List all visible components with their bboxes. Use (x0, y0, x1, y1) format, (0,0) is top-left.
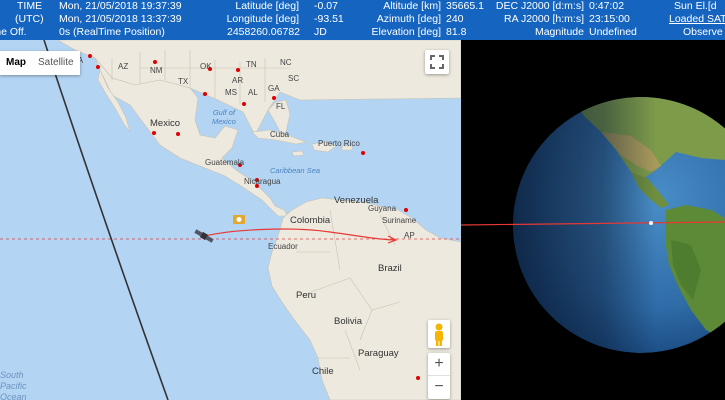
ra-label: RA J2000 [h:m:s] (504, 13, 584, 25)
dec-label: DEC J2000 [d:m:s] (495, 0, 584, 12)
earth-globe (513, 97, 725, 353)
jd-value: 2458260.06782 (227, 26, 300, 38)
label-brazil: Brazil (378, 263, 402, 274)
observer-camera-icon (233, 215, 245, 224)
label-ap: AP (404, 231, 415, 240)
longitude-label: Longitude [deg] (226, 13, 299, 25)
zoom-in-button[interactable]: + (428, 353, 450, 376)
label-suriname: Suriname (382, 216, 417, 225)
fullscreen-button[interactable] (425, 50, 449, 74)
street-view-pegman[interactable] (428, 320, 450, 348)
offset-value: 0s (RealTime Position) (59, 26, 165, 38)
label-nicaragua: Nicaragua (244, 177, 281, 186)
ra-value: 23:15:00 (589, 13, 630, 25)
label-ms: MS (225, 88, 237, 97)
label-puerto-rico: Puerto Rico (318, 139, 360, 148)
label-tn: TN (246, 60, 257, 69)
zoom-control: + − (428, 353, 450, 399)
label-fl: FL (276, 102, 286, 111)
altitude-label: Altitude [km] (383, 0, 441, 12)
observer-label: Observe (683, 26, 723, 38)
label-ecuador: Ecuador (268, 242, 298, 251)
label-nm: NM (150, 66, 163, 75)
label-caribbean-sea: Caribbean Sea (270, 166, 321, 175)
label-guatemala: Guatemala (205, 158, 245, 167)
satellite-marker (194, 229, 214, 243)
label-ok: OK (200, 62, 212, 71)
info-header: TIME (UTC) Time Off. Mon, 21/05/2018 19:… (0, 0, 725, 40)
dec-value: 0:47:02 (589, 0, 625, 12)
label-nc: NC (280, 58, 292, 67)
magnitude-value: Undefined (589, 26, 637, 38)
label-ar: AR (232, 76, 244, 85)
label-guyana: Guyana (368, 204, 397, 213)
label-chile: Chile (312, 366, 334, 377)
utc-label: (UTC) (15, 13, 44, 25)
label-sc: SC (288, 74, 300, 83)
label-ga: GA (268, 84, 280, 93)
label-colombia: Colombia (290, 215, 331, 226)
jd-label: JD (314, 26, 327, 38)
label-tx: TX (178, 77, 189, 86)
label-mexico: Mexico (150, 118, 181, 129)
longitude-value: -93.51 (314, 13, 344, 25)
magnitude-label: Magnitude (534, 26, 584, 38)
globe-view[interactable] (461, 40, 725, 400)
map-type-selector: Map Satellite (0, 51, 80, 75)
latitude-label: Latitude [deg] (235, 0, 299, 12)
time-label: TIME (17, 0, 43, 12)
label-al: AL (248, 88, 258, 97)
maptype-map-button[interactable]: Map (0, 51, 32, 75)
land-jamaica (291, 150, 305, 157)
ground-track-map[interactable]: AZ NM TX OK AR MS AL TN NC GA SC FL CA M… (0, 40, 461, 400)
label-gulf-of-mexico: Gulf of Mexico (212, 108, 236, 126)
sun-elevation-label: Sun El.[d (674, 0, 717, 12)
altitude-value: 35665.1 (446, 0, 484, 12)
utc-time-value: Mon, 21/05/2018 13:37:39 (59, 13, 182, 25)
latitude-value: -0.07 (314, 0, 338, 12)
elevation-value: 81.8 (446, 26, 467, 38)
globe-canvas (461, 97, 725, 353)
label-paraguay: Paraguay (358, 348, 399, 359)
local-time-value: Mon, 21/05/2018 19:37:39 (59, 0, 182, 12)
label-peru: Peru (296, 290, 317, 301)
zoom-out-button[interactable]: − (428, 376, 450, 398)
azimuth-label: Azimuth [deg] (376, 13, 441, 25)
label-pacific: Pacific (0, 381, 27, 391)
globe-satellite-point (649, 221, 653, 225)
maptype-satellite-button[interactable]: Satellite (32, 51, 80, 75)
offset-label: Time Off. (0, 26, 27, 38)
label-ocean: Ocean (0, 392, 27, 400)
loaded-satellites-link[interactable]: Loaded SAT (669, 13, 725, 26)
label-cuba: Cuba (270, 130, 290, 139)
label-bolivia: Bolivia (334, 316, 362, 327)
elevation-label: Elevation [deg] (371, 26, 441, 38)
label-south: South (0, 370, 24, 380)
pegman-icon (435, 323, 443, 346)
fullscreen-icon (430, 55, 444, 69)
label-az: AZ (118, 62, 129, 71)
azimuth-value: 240 (446, 13, 464, 25)
